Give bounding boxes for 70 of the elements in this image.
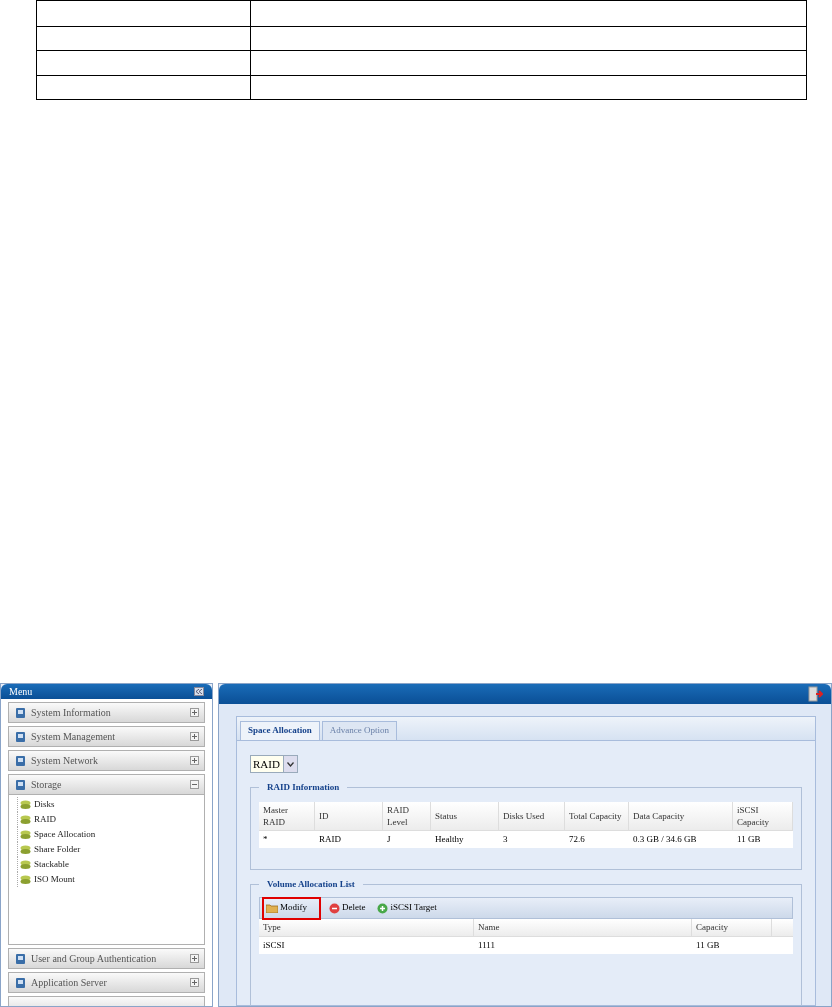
- column-header: Total Capacity: [565, 802, 629, 830]
- table-cell-text: 3: [502, 833, 509, 846]
- table-cell-text: J: [386, 833, 392, 846]
- menu-section-header[interactable]: System Information: [8, 702, 205, 723]
- menu-link[interactable]: RAID: [17, 812, 204, 827]
- table-cell-text: 11 GB: [736, 833, 762, 846]
- table-cell-text: 72.6: [568, 833, 586, 846]
- toolbar-button[interactable]: Delete: [327, 898, 368, 918]
- exit-icon[interactable]: [807, 686, 823, 702]
- column-header: Master RAID: [259, 802, 315, 830]
- section-icon: [14, 706, 28, 719]
- menu-section-label: User and Group Authentication: [31, 952, 158, 966]
- toolbar-button[interactable]: iSCSI Target: [375, 898, 439, 918]
- delete-icon: [329, 902, 340, 914]
- column-header: ID: [315, 802, 383, 830]
- section-icon: [14, 952, 28, 965]
- menu-section-label: System Management: [31, 730, 117, 744]
- table-cell-text: *: [262, 833, 269, 846]
- collapse-icon: [190, 780, 199, 789]
- toolbar-button[interactable]: Modify: [264, 898, 319, 918]
- raid-select[interactable]: RAID: [250, 755, 298, 773]
- menu-section-header[interactable]: System Management: [8, 726, 205, 747]
- section-icon: [14, 976, 28, 989]
- table-cell-text: Healthy: [434, 833, 465, 846]
- expand-icon: [190, 732, 199, 741]
- table-cell-text: 1111: [477, 939, 496, 952]
- table-cell-text: 0.3 GB / 34.6 GB: [632, 833, 698, 846]
- column-header: RAID Level: [383, 802, 431, 830]
- menu-link[interactable]: Stackable: [17, 857, 204, 872]
- column-header: Type: [259, 919, 474, 936]
- stack-icon: [20, 829, 31, 840]
- menu-section-label: System Network: [31, 754, 99, 768]
- section-icon: [14, 754, 28, 767]
- menu-section-header[interactable]: User and Group Authentication: [8, 948, 205, 969]
- menu-link[interactable]: Disks: [17, 797, 204, 812]
- collapse-icon[interactable]: [194, 687, 204, 696]
- section-icon: [14, 730, 28, 743]
- menu-section-label: Application Server: [31, 976, 108, 990]
- menu-section-header[interactable]: System Network: [8, 750, 205, 771]
- menu-section-header[interactable]: Application Server: [8, 972, 205, 993]
- table-cell-text: 11 GB: [695, 939, 721, 952]
- folder-icon: [266, 903, 278, 913]
- column-header: iSCSI Capacity: [733, 802, 793, 830]
- stack-icon: [20, 799, 31, 810]
- menu-section-label: System Information: [31, 706, 112, 720]
- menu-link[interactable]: ISO Mount: [17, 872, 204, 887]
- column-header: Capacity: [692, 919, 772, 936]
- add-icon: [377, 902, 389, 914]
- menu-link[interactable]: Share Folder: [17, 842, 204, 857]
- dropdown-icon: [283, 756, 297, 772]
- table-cell-text: RAID: [318, 833, 342, 846]
- expand-icon: [190, 756, 199, 765]
- expand-icon: [190, 708, 199, 717]
- stack-icon: [20, 844, 31, 855]
- stack-icon: [20, 874, 31, 885]
- stack-icon: [20, 859, 31, 870]
- column-header: Data Capacity: [629, 802, 733, 830]
- tab[interactable]: Space Allocation: [240, 721, 320, 740]
- menu-section-header[interactable]: Storage: [8, 774, 205, 795]
- stack-icon: [20, 814, 31, 825]
- menu-section-label: Storage: [31, 778, 63, 792]
- menu-link[interactable]: Space Allocation: [17, 827, 204, 842]
- section-icon: [14, 778, 28, 791]
- expand-icon: [190, 954, 199, 963]
- column-header: Status: [431, 802, 499, 830]
- column-header: Disks Used: [499, 802, 565, 830]
- expand-icon: [190, 978, 199, 987]
- table-cell-text: iSCSI: [262, 939, 286, 952]
- menu-title: Menu: [9, 685, 33, 699]
- column-header: Name: [474, 919, 692, 936]
